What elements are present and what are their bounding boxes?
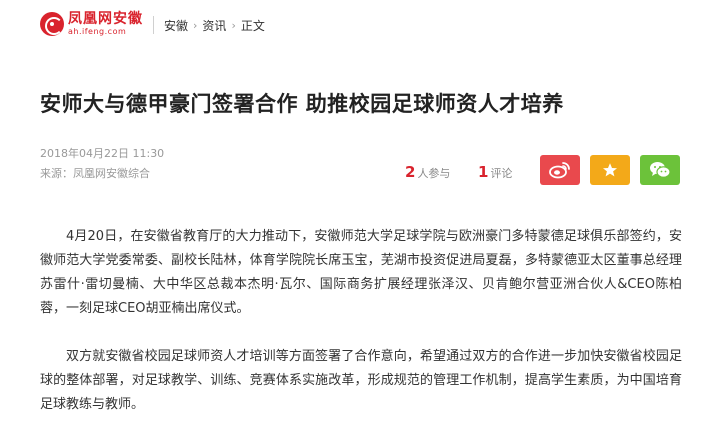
breadcrumb-current: 正文 [240,19,265,33]
article-source: 来源：凤凰网安徽综合 [40,167,150,180]
breadcrumb-anhui-link[interactable]: 安徽 [164,17,188,34]
breadcrumb-news-link[interactable]: 资讯 [202,17,226,34]
article-title: 安师大与德甲豪门签署合作 助推校园足球师资人才培养 [40,91,564,116]
site-logo[interactable]: 凤凰网安徽 ah.ifeng.com [40,10,143,38]
comments-label: 评论 [490,167,513,180]
share-weibo-button[interactable] [540,155,580,185]
comments-counter[interactable]: 1 评论 [478,163,512,181]
comments-count: 1 [478,163,489,181]
participants-label: 人参与 [417,167,451,180]
chevron-right-icon: › [231,19,236,32]
article-paragraph: 4月20日，在安徽省教育厅的大力推动下，安徽师范大学足球学院与欧洲豪门多特蒙德足… [40,229,682,316]
article-body: 4月20日，在安徽省教育厅的大力推动下，安徽师范大学足球学院与欧洲豪门多特蒙德足… [40,225,682,441]
participants-counter[interactable]: 2 人参与 [405,163,450,181]
breadcrumb: 安徽 › 资讯 › 正文 [164,17,265,34]
phoenix-logo-icon [40,12,64,36]
article-paragraph: 双方就安徽省校园足球师资人才培训等方面签署了合作意向，希望通过双方的合作进一步加… [40,349,682,412]
chevron-right-icon: › [193,19,198,32]
participants-count: 2 [405,163,416,181]
favorite-button[interactable] [590,155,630,185]
share-wechat-button[interactable] [640,155,680,185]
article-date: 2018年04月22日 11:30 [40,147,165,160]
logo-domain: ah.ifeng.com [68,27,127,36]
weibo-icon [549,162,570,179]
star-icon [603,163,617,177]
wechat-icon [650,162,671,178]
logo-text: 凤凰网安徽 ah.ifeng.com [68,12,143,36]
site-header: 凤凰网安徽 ah.ifeng.com 安徽 › 资讯 › 正文 [0,0,720,48]
header-divider [153,16,154,34]
logo-name: 凤凰网安徽 [68,11,143,27]
